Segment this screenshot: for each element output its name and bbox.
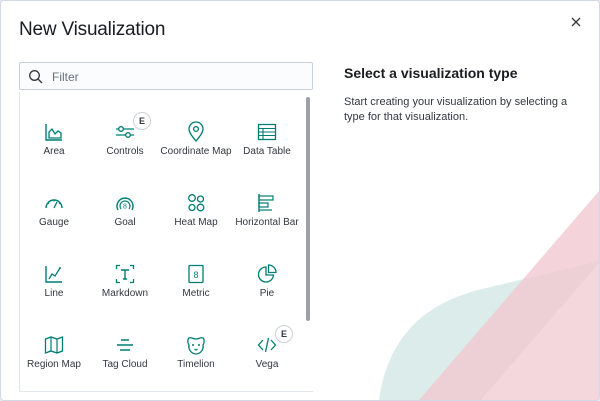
markdown-icon — [113, 262, 137, 286]
pie-chart-icon — [255, 262, 279, 286]
table-icon — [255, 120, 279, 144]
type-card-region-map[interactable]: Region Map — [20, 333, 90, 391]
type-card-data-table[interactable]: Data Table — [231, 120, 303, 184]
type-card-area[interactable]: Area — [20, 120, 90, 184]
type-card-metric[interactable]: 8 Metric — [160, 262, 232, 326]
experimental-badge: E — [133, 112, 151, 130]
type-card-timelion[interactable]: Timelion — [160, 333, 232, 391]
modal-title: New Visualization — [19, 19, 166, 40]
filter-field[interactable] — [19, 62, 313, 90]
svg-text:8: 8 — [123, 204, 127, 211]
type-card-controls[interactable]: E Controls — [89, 112, 161, 184]
info-description: Start creating your visualization by sel… — [344, 96, 568, 123]
tag-cloud-icon — [113, 333, 137, 357]
region-map-icon — [42, 333, 66, 357]
heatmap-icon — [184, 191, 208, 215]
goal-icon: 8 — [113, 191, 137, 215]
type-card-pie[interactable]: Pie — [231, 262, 303, 326]
grid-scrollbar[interactable] — [306, 97, 310, 321]
type-card-goal[interactable]: 8 Goal — [89, 191, 161, 255]
search-icon — [29, 70, 43, 84]
type-label: Pie — [259, 288, 275, 299]
type-label: Vega — [255, 359, 279, 370]
type-card-vega[interactable]: E Vega — [231, 325, 303, 391]
visualization-type-grid: Area E Controls Coordinate Map Data Tabl… — [19, 92, 313, 392]
map-pin-icon — [184, 120, 208, 144]
close-button[interactable] — [567, 13, 585, 31]
area-chart-icon — [42, 120, 66, 144]
horizontal-bar-icon — [255, 191, 279, 215]
gauge-icon — [42, 191, 66, 215]
type-card-line[interactable]: Line — [20, 262, 90, 326]
svg-text:8: 8 — [193, 270, 198, 280]
type-card-horizontal-bar[interactable]: Horizontal Bar — [231, 191, 303, 255]
experimental-badge: E — [275, 325, 293, 343]
type-card-markdown[interactable]: Markdown — [89, 262, 161, 326]
close-icon[interactable] — [567, 13, 585, 31]
filter-input[interactable] — [50, 65, 309, 89]
type-card-coordinate-map[interactable]: Coordinate Map — [160, 120, 232, 184]
type-card-gauge[interactable]: Gauge — [20, 191, 90, 255]
type-label: Data Table — [243, 146, 291, 157]
timelion-icon — [184, 333, 208, 357]
new-visualization-modal: New Visualization Area E Controls — [0, 0, 600, 401]
type-label: Horizontal Bar — [235, 217, 299, 228]
line-chart-icon — [42, 262, 66, 286]
metric-icon: 8 — [184, 262, 208, 286]
info-title: Select a visualization type — [344, 65, 518, 81]
type-card-tag-cloud[interactable]: Tag Cloud — [89, 333, 161, 391]
type-card-heat-map[interactable]: Heat Map — [160, 191, 232, 255]
